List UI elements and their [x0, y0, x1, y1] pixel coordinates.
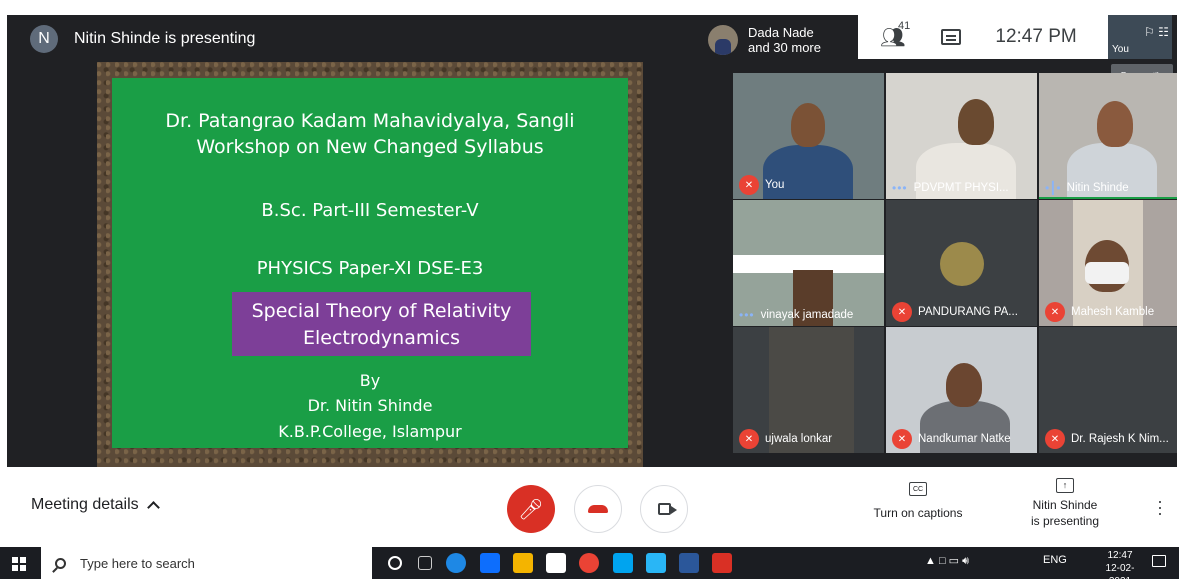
notification-icon[interactable] — [1152, 555, 1166, 567]
presentation-slide: Dr. Patangrao Kadam Mahavidyalya, Sangli… — [112, 78, 628, 448]
chevron-up-icon — [146, 501, 160, 514]
speaker-name: Dada Nade — [748, 25, 814, 40]
mic-off-icon: ✕ — [739, 175, 759, 195]
slide-highlight-line: Special Theory of Relativity — [251, 300, 512, 322]
presenting-button[interactable]: ↑ Nitin Shinde is presenting — [1020, 478, 1110, 529]
participant-tile[interactable]: ••• PDVPMT PHYSI... — [886, 73, 1037, 199]
dropbox-icon[interactable] — [480, 553, 500, 573]
presenting-status: is presenting — [1030, 514, 1100, 528]
chrome-icon[interactable] — [579, 553, 599, 573]
participant-tile[interactable]: ✕ Nandkumar Natke — [886, 327, 1037, 453]
slide-highlight-box: Special Theory of Relativity Electrodyna… — [232, 292, 531, 356]
participant-count: 41 — [898, 19, 911, 32]
slide-line: PHYSICS Paper-XI DSE-E3 — [256, 258, 484, 279]
captions-label: Turn on captions — [873, 506, 963, 520]
participant-tile[interactable]: •┃• Nitin Shinde — [1039, 73, 1177, 199]
presenting-name: Nitin Shinde — [1032, 498, 1098, 512]
participant-tile[interactable]: ✕ You — [733, 73, 884, 199]
tray-icons[interactable]: ▲ □ ▭ 🔊︎ — [925, 554, 969, 568]
self-view-label: You — [1112, 44, 1129, 55]
tile-border — [1039, 197, 1177, 199]
participant-avatar — [708, 25, 738, 55]
avatar — [940, 242, 984, 286]
slide-line: By — [359, 371, 381, 390]
participant-name: Dr. Rajesh K Nim... — [1071, 433, 1169, 445]
task-view-icon[interactable] — [418, 556, 432, 570]
taskbar-search[interactable]: Type here to search — [41, 547, 372, 579]
presenter-bar: N Nitin Shinde is presenting — [7, 15, 702, 62]
cortana-icon[interactable] — [388, 556, 402, 570]
participant-tile[interactable]: ✕ Dr. Rajesh K Nim... — [1039, 327, 1177, 453]
participant-name: Mahesh Kamble — [1071, 306, 1155, 318]
participant-tile[interactable]: ••• vinayak jamadade — [733, 200, 884, 326]
file-explorer-icon[interactable] — [513, 553, 533, 573]
store-icon[interactable] — [546, 553, 566, 573]
participant-name: vinayak jamadade — [760, 309, 854, 321]
acrobat-icon[interactable] — [712, 553, 732, 573]
mic-off-icon: ✕ — [1045, 429, 1065, 449]
clock-time: 12:47 — [1107, 550, 1133, 561]
participant-name: Nandkumar Natke — [918, 433, 1011, 445]
mic-off-icon: 🎤︎ — [518, 498, 544, 521]
participant-name: Nitin Shinde — [1066, 182, 1129, 194]
word-icon[interactable] — [679, 553, 699, 573]
captions-button[interactable]: CC Turn on captions — [868, 482, 968, 520]
captions-icon: CC — [909, 482, 927, 496]
pin-icon[interactable]: ⚐ ☷ — [1144, 25, 1169, 39]
mic-off-icon: ✕ — [1045, 302, 1065, 322]
presenting-label: Nitin Shinde is presenting — [74, 29, 256, 47]
mic-toggle-button[interactable]: 🎤︎ — [507, 485, 555, 533]
app-icon[interactable] — [613, 553, 633, 573]
search-icon — [55, 557, 66, 569]
participant-name: PANDURANG PA... — [918, 306, 1018, 318]
end-call-icon — [588, 505, 608, 513]
slide-line: Dr. Nitin Shinde — [307, 396, 433, 415]
language-indicator[interactable]: ENG — [1043, 554, 1067, 566]
self-view-tile[interactable]: ⚐ ☷ You — [1108, 15, 1172, 59]
meeting-time: 12:47 PM — [995, 26, 1077, 47]
windows-start-icon[interactable] — [12, 557, 26, 571]
speaker-more: and 30 more — [748, 40, 821, 55]
presenter-avatar: N — [30, 24, 58, 53]
participant-name: ujwala lonkar — [765, 433, 833, 445]
windows-taskbar: Type here to search ▲ □ ▭ 🔊︎ ENG — [0, 547, 1179, 579]
mic-off-icon: ✕ — [739, 429, 759, 449]
participant-tile[interactable]: ✕ PANDURANG PA... — [886, 200, 1037, 326]
people-icon[interactable]: 👥︎ 41 — [880, 20, 910, 50]
participant-name: PDVPMT PHYSI... — [913, 182, 1009, 194]
camera-toggle-button[interactable] — [640, 485, 688, 533]
top-info-bar: 👥︎ 41 12:47 PM — [858, 15, 1108, 59]
participant-name: You — [765, 179, 785, 191]
search-placeholder: Type here to search — [80, 555, 195, 571]
taskbar-clock[interactable]: 12:47 12-02-2021 — [1100, 549, 1140, 579]
more-options-icon[interactable]: ••• — [739, 308, 755, 322]
slide-line: K.B.P.College, Islampur — [278, 422, 462, 441]
camera-icon — [657, 503, 677, 515]
chat-icon[interactable] — [941, 29, 962, 45]
active-speakers-chip[interactable]: Dada Nade and 30 more — [700, 18, 858, 62]
meet-window: N Nitin Shinde is presenting Dada Nade a… — [0, 0, 1179, 579]
participant-tile[interactable]: ✕ ujwala lonkar — [733, 327, 884, 453]
slide-line: Workshop on New Changed Syllabus — [196, 136, 544, 158]
slide-highlight-line: Electrodynamics — [302, 327, 460, 349]
participant-tile[interactable]: ✕ Mahesh Kamble — [1039, 200, 1177, 326]
more-options-icon[interactable]: · · · — [1157, 492, 1163, 522]
present-screen-icon: ↑ — [1056, 478, 1074, 493]
mail-icon[interactable] — [646, 553, 666, 573]
meeting-details-label: Meeting details — [31, 496, 139, 513]
edge-icon[interactable] — [446, 553, 466, 573]
clock-date: 12-02-2021 — [1105, 563, 1135, 579]
slide-line: Dr. Patangrao Kadam Mahavidyalya, Sangli — [165, 110, 575, 132]
more-options-icon[interactable]: ••• — [892, 181, 908, 195]
mic-off-icon: ✕ — [892, 302, 912, 322]
slide-line: B.Sc. Part-III Semester-V — [261, 200, 479, 221]
leave-call-button[interactable] — [574, 485, 622, 533]
mic-off-icon: ✕ — [892, 429, 912, 449]
speaking-indicator-icon: •┃• — [1045, 181, 1061, 195]
meeting-details-button[interactable]: Meeting details — [31, 496, 160, 514]
